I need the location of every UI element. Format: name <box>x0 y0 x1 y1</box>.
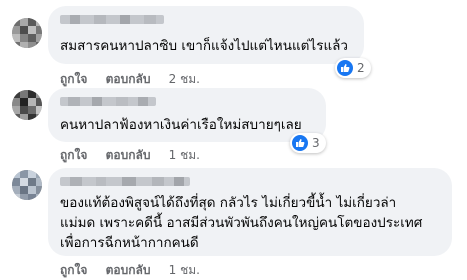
comment-text-line: ของแท้ต้องพิสูจน์ได้ถึงที่สุด กลัวไร ไม่… <box>60 195 397 211</box>
reaction-summary[interactable]: 3 <box>290 133 326 153</box>
comment-text: คนหาปลาฟ้องหาเงินค่าเรือใหม่สบายๆเลย <box>60 117 302 133</box>
like-link[interactable]: ถูกใจ <box>60 72 87 86</box>
comment-actions: ถูกใจ ตอบกลับ 2 ชม. <box>60 70 214 89</box>
reaction-count: 2 <box>357 61 365 75</box>
commenter-name-blurred[interactable] <box>60 177 190 186</box>
avatar[interactable] <box>12 170 42 200</box>
avatar[interactable] <box>12 90 42 120</box>
reply-link[interactable]: ตอบกลับ <box>106 263 151 277</box>
comment-actions: ถูกใจ ตอบกลับ 1 ชม. <box>60 261 214 280</box>
comment-text-line: เพื่อการฉีกหน้ากากคนดี <box>60 235 199 251</box>
commenter-name-blurred[interactable] <box>60 97 156 106</box>
commenter-name-blurred[interactable] <box>60 15 164 24</box>
reply-link[interactable]: ตอบกลับ <box>106 148 151 162</box>
reaction-summary[interactable]: 2 <box>335 58 371 78</box>
comment-bubble: คนหาปลาฟ้องหาเงินค่าเรือใหม่สบายๆเลย <box>48 88 326 142</box>
like-icon <box>292 135 308 151</box>
comment-actions: ถูกใจ ตอบกลับ 1 ชม. <box>60 146 214 165</box>
comment-text-line: แม่มด เพราะคดีนี้ อาสมีส่วนพัวพันถึงคนให… <box>60 215 423 231</box>
comment-time[interactable]: 1 ชม. <box>169 263 200 277</box>
comment-time[interactable]: 1 ชม. <box>169 148 200 162</box>
like-link[interactable]: ถูกใจ <box>60 148 87 162</box>
comment-time[interactable]: 2 ชม. <box>169 72 200 86</box>
comment-text: สมสารคนหาปลาซิบ เขาก็แจ้งไปแต่ไหนแต่ไรแล… <box>60 38 349 54</box>
like-link[interactable]: ถูกใจ <box>60 263 87 277</box>
like-icon <box>337 60 353 76</box>
avatar[interactable] <box>12 18 42 48</box>
reaction-count: 3 <box>312 136 320 150</box>
comment-bubble: สมสารคนหาปลาซิบ เขาก็แจ้งไปแต่ไหนแต่ไรแล… <box>48 6 364 64</box>
comment-bubble: ของแท้ต้องพิสูจน์ได้ถึงที่สุด กลัวไร ไม่… <box>48 168 452 256</box>
reply-link[interactable]: ตอบกลับ <box>106 72 151 86</box>
